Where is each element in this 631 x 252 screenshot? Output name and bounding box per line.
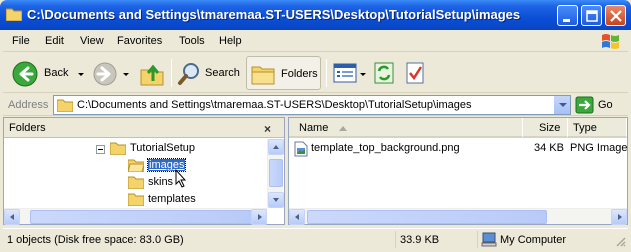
- status-size-panel: 33.9 KB: [395, 231, 475, 248]
- menu-view[interactable]: View: [80, 35, 104, 47]
- menu-file[interactable]: File: [12, 35, 30, 47]
- search-label: Search: [205, 67, 240, 79]
- folder-open-icon: [128, 159, 144, 172]
- sort-ascending-icon: [339, 126, 347, 131]
- column-header-type[interactable]: Type: [568, 118, 627, 138]
- back-arrow-icon: [12, 61, 38, 87]
- title-bar[interactable]: C:\Documents and Settings\tmaremaa.ST-US…: [0, 0, 631, 30]
- scroll-down-button[interactable]: [268, 192, 284, 208]
- toolbar: Back Search Folders: [3, 53, 628, 93]
- tree-item-label: skins: [148, 176, 174, 188]
- column-header-size[interactable]: Size: [523, 118, 568, 138]
- scroll-right-button[interactable]: [611, 209, 627, 225]
- scroll-left-button[interactable]: [4, 209, 20, 225]
- file-row[interactable]: template_top_background.png 34 KB PNG Im…: [289, 140, 627, 157]
- mouse-cursor-icon: [175, 169, 187, 188]
- status-location: My Computer: [500, 234, 567, 246]
- folder-icon: [128, 193, 144, 206]
- close-button[interactable]: [605, 5, 626, 26]
- tree-item-label: templates: [148, 193, 196, 205]
- back-dropdown-icon[interactable]: [78, 73, 84, 76]
- sync-icon: [374, 62, 394, 84]
- go-label: Go: [598, 99, 613, 111]
- minimize-icon: [563, 19, 570, 22]
- menu-help[interactable]: Help: [219, 35, 242, 47]
- explorer-window: C:\Documents and Settings\tmaremaa.ST-US…: [0, 0, 631, 252]
- menu-bar: File Edit View Favorites Tools Help: [3, 30, 628, 52]
- toolbar-separator: [326, 59, 327, 87]
- scroll-right-button[interactable]: [251, 209, 267, 225]
- toolbar-separator: [171, 59, 172, 87]
- go-button[interactable]: Go: [575, 96, 625, 114]
- folder-icon: [128, 176, 144, 189]
- collapse-expander-icon[interactable]: [96, 145, 105, 154]
- status-summary: 1 objects (Disk free space: 83.0 GB): [7, 234, 184, 246]
- properties-button[interactable]: [404, 56, 426, 90]
- column-header-label: Name: [299, 122, 329, 134]
- back-label: Back: [44, 67, 69, 79]
- scroll-thumb[interactable]: [30, 210, 252, 224]
- folders-pane-header: Folders ×: [4, 118, 284, 138]
- tree-item-label: TutorialSetup: [130, 142, 196, 154]
- column-header-label: Type: [573, 122, 597, 134]
- forward-arrow-icon: [93, 62, 117, 86]
- menu-tools[interactable]: Tools: [179, 35, 205, 47]
- menu-edit[interactable]: Edit: [45, 35, 64, 47]
- views-icon: [333, 63, 357, 83]
- minimize-button[interactable]: [557, 5, 578, 26]
- search-icon: [178, 63, 199, 85]
- status-location-panel: My Computer: [477, 231, 627, 248]
- folders-icon: [251, 66, 275, 85]
- menu-favorites[interactable]: Favorites: [117, 35, 162, 47]
- folder-open-icon: [110, 142, 126, 155]
- window-title: C:\Documents and Settings\tmaremaa.ST-US…: [27, 7, 521, 22]
- address-dropdown-icon[interactable]: [553, 96, 570, 114]
- forward-dropdown-icon[interactable]: [123, 73, 129, 76]
- png-file-icon: [294, 141, 308, 157]
- folder-icon: [57, 99, 73, 112]
- address-value: C:\Documents and Settings\tmaremaa.ST-US…: [77, 99, 472, 111]
- status-bar: 1 objects (Disk free space: 83.0 GB) 33.…: [3, 228, 628, 249]
- file-name: template_top_background.png: [311, 142, 460, 154]
- my-computer-icon: [481, 232, 497, 247]
- sync-button[interactable]: [373, 56, 395, 90]
- file-type: PNG Image: [570, 142, 628, 154]
- column-header-name[interactable]: Name: [289, 118, 523, 138]
- go-arrow-icon: [575, 96, 594, 114]
- files-pane: Name Size Type template_top_background.p…: [288, 117, 628, 225]
- folders-button[interactable]: Folders: [246, 56, 321, 90]
- status-size: 33.9 KB: [400, 234, 440, 246]
- back-button[interactable]: Back: [8, 56, 88, 90]
- scroll-thumb[interactable]: [269, 159, 283, 187]
- folders-pane: Folders × TutorialSetup images skins tem…: [3, 117, 285, 225]
- folders-horizontal-scrollbar[interactable]: [4, 208, 267, 225]
- file-size: 34 KB: [534, 142, 564, 154]
- views-button[interactable]: [331, 56, 369, 90]
- scroll-left-button[interactable]: [289, 209, 305, 225]
- up-folder-icon: [140, 64, 164, 86]
- folders-vertical-scrollbar[interactable]: [267, 139, 284, 208]
- maximize-button[interactable]: [581, 5, 602, 26]
- address-bar: Address C:\Documents and Settings\tmarem…: [3, 94, 628, 116]
- close-pane-icon[interactable]: ×: [264, 122, 271, 136]
- up-folder-button[interactable]: [137, 56, 167, 90]
- maximize-icon: [586, 10, 598, 22]
- search-button[interactable]: Search: [175, 56, 241, 90]
- views-dropdown-icon[interactable]: [360, 73, 366, 76]
- files-horizontal-scrollbar[interactable]: [289, 208, 627, 225]
- address-input[interactable]: C:\Documents and Settings\tmaremaa.ST-US…: [53, 95, 571, 115]
- close-icon: [610, 10, 622, 22]
- address-label: Address: [8, 99, 49, 111]
- scroll-thumb[interactable]: [307, 210, 547, 224]
- folders-pane-title: Folders: [9, 122, 46, 134]
- scroll-up-button[interactable]: [268, 139, 284, 155]
- folders-label: Folders: [281, 68, 318, 80]
- status-summary-panel: 1 objects (Disk free space: 83.0 GB): [3, 231, 393, 248]
- column-header-label: Size: [539, 122, 561, 134]
- properties-icon: [406, 62, 424, 84]
- windows-logo-icon: [602, 34, 619, 49]
- resize-grip-icon[interactable]: [614, 235, 626, 247]
- folder-icon: [6, 8, 22, 21]
- forward-button[interactable]: [90, 56, 132, 90]
